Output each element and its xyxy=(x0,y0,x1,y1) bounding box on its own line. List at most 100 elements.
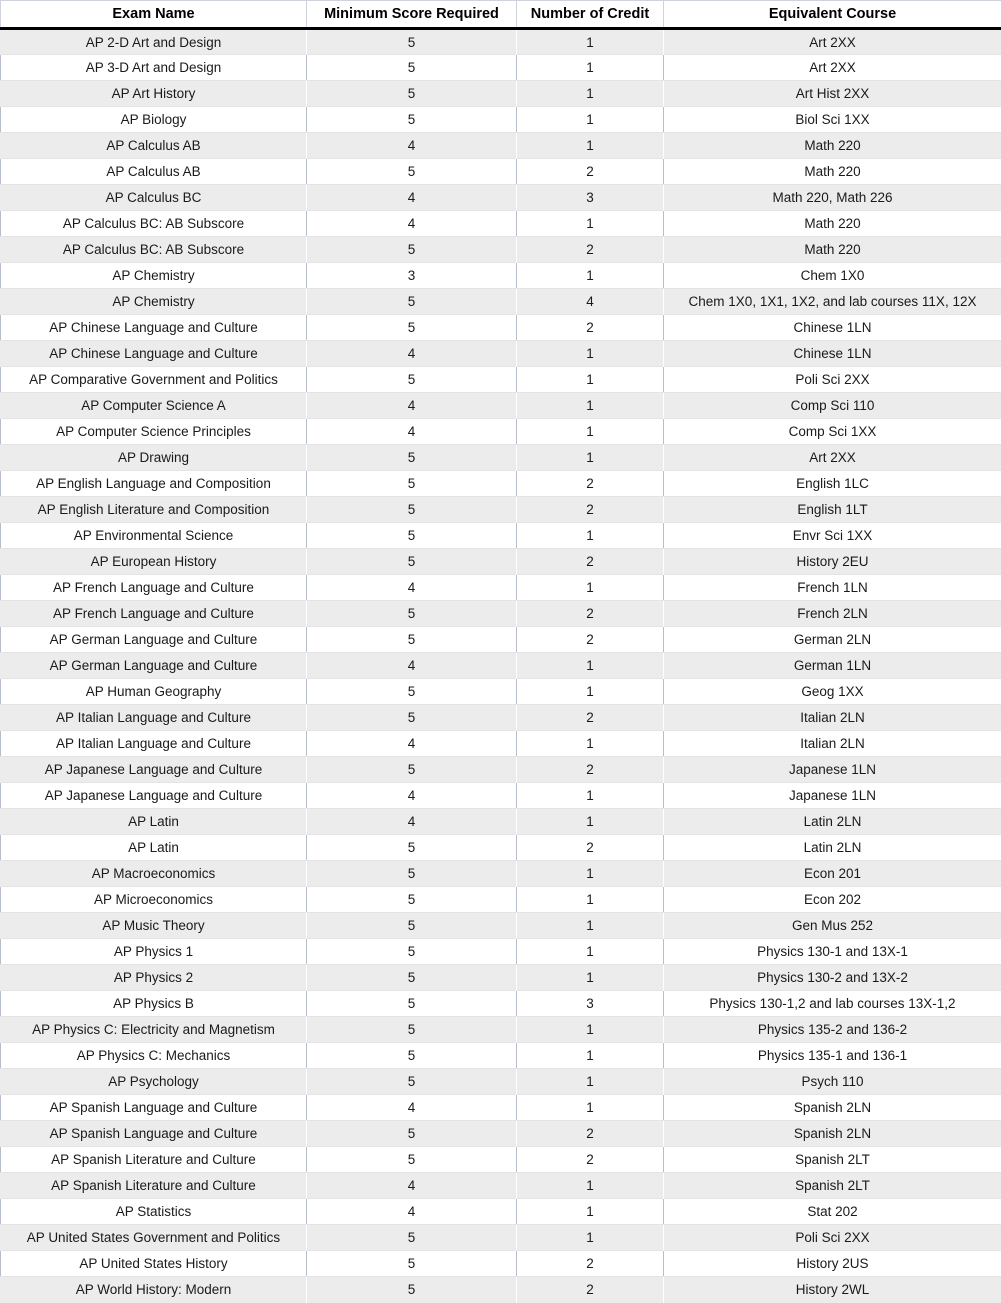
table-row: AP Psychology51Psych 110 xyxy=(1,1069,1001,1095)
cell-equivalent-course: Japanese 1LN xyxy=(664,783,1001,809)
cell-equivalent-course: Art 2XX xyxy=(664,55,1001,81)
table-row: AP Art History51Art Hist 2XX xyxy=(1,81,1001,107)
cell-minimum-score-required: 4 xyxy=(307,1173,517,1199)
cell-equivalent-course: Physics 130-2 and 13X-2 xyxy=(664,965,1001,991)
table-row: AP Italian Language and Culture52Italian… xyxy=(1,705,1001,731)
cell-exam-name: AP Spanish Literature and Culture xyxy=(1,1173,307,1199)
table-row: AP Environmental Science51Envr Sci 1XX xyxy=(1,523,1001,549)
cell-equivalent-course: Chinese 1LN xyxy=(664,315,1001,341)
cell-exam-name: AP Chinese Language and Culture xyxy=(1,341,307,367)
table-row: AP Physics C: Electricity and Magnetism5… xyxy=(1,1017,1001,1043)
cell-exam-name: AP Italian Language and Culture xyxy=(1,705,307,731)
cell-equivalent-course: History 2WL xyxy=(664,1277,1001,1303)
cell-equivalent-course: Art 2XX xyxy=(664,29,1001,55)
ap-credit-table-container: Exam Name Minimum Score Required Number … xyxy=(0,0,1001,1303)
table-row: AP Latin41Latin 2LN xyxy=(1,809,1001,835)
cell-exam-name: AP Latin xyxy=(1,835,307,861)
table-row: AP Macroeconomics51Econ 201 xyxy=(1,861,1001,887)
cell-minimum-score-required: 5 xyxy=(307,81,517,107)
table-row: AP Computer Science Principles41Comp Sci… xyxy=(1,419,1001,445)
table-row: AP Calculus BC43Math 220, Math 226 xyxy=(1,185,1001,211)
cell-exam-name: AP German Language and Culture xyxy=(1,653,307,679)
cell-minimum-score-required: 4 xyxy=(307,211,517,237)
table-row: AP Japanese Language and Culture52Japane… xyxy=(1,757,1001,783)
cell-number-of-credit: 1 xyxy=(517,29,664,55)
cell-minimum-score-required: 5 xyxy=(307,1043,517,1069)
cell-minimum-score-required: 4 xyxy=(307,809,517,835)
cell-minimum-score-required: 4 xyxy=(307,1095,517,1121)
cell-exam-name: AP Japanese Language and Culture xyxy=(1,757,307,783)
table-row: AP United States History52History 2US xyxy=(1,1251,1001,1277)
cell-number-of-credit: 2 xyxy=(517,1121,664,1147)
cell-number-of-credit: 4 xyxy=(517,289,664,315)
cell-number-of-credit: 1 xyxy=(517,1173,664,1199)
cell-number-of-credit: 1 xyxy=(517,1069,664,1095)
cell-minimum-score-required: 5 xyxy=(307,965,517,991)
cell-minimum-score-required: 4 xyxy=(307,341,517,367)
cell-minimum-score-required: 5 xyxy=(307,29,517,55)
table-row: AP English Literature and Composition52E… xyxy=(1,497,1001,523)
cell-equivalent-course: Gen Mus 252 xyxy=(664,913,1001,939)
cell-exam-name: AP Physics 1 xyxy=(1,939,307,965)
cell-number-of-credit: 1 xyxy=(517,965,664,991)
cell-exam-name: AP 2-D Art and Design xyxy=(1,29,307,55)
cell-exam-name: AP French Language and Culture xyxy=(1,575,307,601)
cell-equivalent-course: Comp Sci 110 xyxy=(664,393,1001,419)
cell-number-of-credit: 1 xyxy=(517,341,664,367)
cell-number-of-credit: 2 xyxy=(517,237,664,263)
table-row: AP European History52History 2EU xyxy=(1,549,1001,575)
cell-number-of-credit: 1 xyxy=(517,679,664,705)
cell-exam-name: AP World History: Modern xyxy=(1,1277,307,1303)
table-row: AP Chemistry54Chem 1X0, 1X1, 1X2, and la… xyxy=(1,289,1001,315)
table-row: AP Calculus AB41Math 220 xyxy=(1,133,1001,159)
cell-number-of-credit: 3 xyxy=(517,185,664,211)
cell-number-of-credit: 1 xyxy=(517,809,664,835)
cell-minimum-score-required: 4 xyxy=(307,133,517,159)
cell-number-of-credit: 1 xyxy=(517,419,664,445)
cell-equivalent-course: Math 220 xyxy=(664,237,1001,263)
cell-minimum-score-required: 5 xyxy=(307,861,517,887)
cell-exam-name: AP Spanish Language and Culture xyxy=(1,1121,307,1147)
cell-exam-name: AP Physics B xyxy=(1,991,307,1017)
table-row: AP Drawing51Art 2XX xyxy=(1,445,1001,471)
cell-minimum-score-required: 5 xyxy=(307,1277,517,1303)
table-row: AP English Language and Composition52Eng… xyxy=(1,471,1001,497)
cell-minimum-score-required: 4 xyxy=(307,419,517,445)
cell-exam-name: AP Computer Science A xyxy=(1,393,307,419)
cell-exam-name: AP Italian Language and Culture xyxy=(1,731,307,757)
cell-number-of-credit: 1 xyxy=(517,445,664,471)
cell-minimum-score-required: 5 xyxy=(307,1121,517,1147)
cell-equivalent-course: Italian 2LN xyxy=(664,731,1001,757)
cell-equivalent-course: French 2LN xyxy=(664,601,1001,627)
cell-exam-name: AP Environmental Science xyxy=(1,523,307,549)
cell-number-of-credit: 1 xyxy=(517,133,664,159)
cell-number-of-credit: 1 xyxy=(517,783,664,809)
cell-minimum-score-required: 5 xyxy=(307,445,517,471)
table-header: Exam Name Minimum Score Required Number … xyxy=(1,1,1001,29)
cell-minimum-score-required: 5 xyxy=(307,991,517,1017)
table-row: AP German Language and Culture41German 1… xyxy=(1,653,1001,679)
cell-number-of-credit: 1 xyxy=(517,913,664,939)
cell-equivalent-course: History 2US xyxy=(664,1251,1001,1277)
cell-exam-name: AP Chemistry xyxy=(1,263,307,289)
cell-exam-name: AP Calculus AB xyxy=(1,159,307,185)
column-header-number-of-credit: Number of Credit xyxy=(517,1,664,29)
cell-minimum-score-required: 5 xyxy=(307,705,517,731)
table-row: AP Calculus BC: AB Subscore41Math 220 xyxy=(1,211,1001,237)
cell-exam-name: AP French Language and Culture xyxy=(1,601,307,627)
cell-minimum-score-required: 5 xyxy=(307,315,517,341)
cell-minimum-score-required: 5 xyxy=(307,757,517,783)
cell-minimum-score-required: 5 xyxy=(307,835,517,861)
cell-number-of-credit: 3 xyxy=(517,991,664,1017)
cell-number-of-credit: 2 xyxy=(517,1251,664,1277)
cell-minimum-score-required: 5 xyxy=(307,679,517,705)
cell-exam-name: AP Music Theory xyxy=(1,913,307,939)
cell-equivalent-course: Art Hist 2XX xyxy=(664,81,1001,107)
cell-exam-name: AP Biology xyxy=(1,107,307,133)
cell-number-of-credit: 1 xyxy=(517,1043,664,1069)
table-row: AP Spanish Language and Culture52Spanish… xyxy=(1,1121,1001,1147)
cell-exam-name: AP Comparative Government and Politics xyxy=(1,367,307,393)
cell-exam-name: AP Calculus BC: AB Subscore xyxy=(1,211,307,237)
table-row: AP Chemistry31Chem 1X0 xyxy=(1,263,1001,289)
cell-minimum-score-required: 4 xyxy=(307,1199,517,1225)
